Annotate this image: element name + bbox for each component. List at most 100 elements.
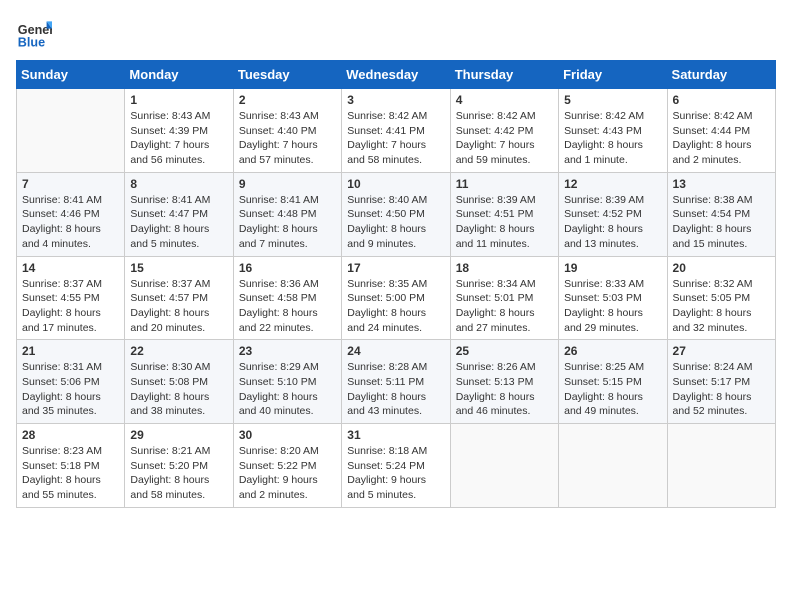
week-row-1: 1 Sunrise: 8:43 AMSunset: 4:39 PMDaylight… <box>17 89 776 173</box>
day-cell: 7Sunrise: 8:41 AMSunset: 4:46 PMDaylight… <box>17 172 125 256</box>
day-info: Sunrise: 8:42 AMSunset: 4:44 PMDaylight:… <box>673 109 770 168</box>
day-number: 18 <box>456 261 553 275</box>
day-number: 1 <box>130 93 227 107</box>
day-number: 9 <box>239 177 336 191</box>
day-number: 31 <box>347 428 444 442</box>
day-cell: 4 Sunrise: 8:42 AMSunset: 4:42 PMDaylight… <box>450 89 558 173</box>
day-number: 20 <box>673 261 770 275</box>
day-number: 6 <box>673 93 770 107</box>
day-number: 30 <box>239 428 336 442</box>
day-info: Sunrise: 8:33 AMSunset: 5:03 PMDaylight:… <box>564 277 661 336</box>
logo-icon: General Blue <box>16 16 52 52</box>
day-cell: 28 Sunrise: 8:23 AMSunset: 5:18 PMDayligh… <box>17 424 125 508</box>
day-number: 21 <box>22 344 119 358</box>
day-number: 22 <box>130 344 227 358</box>
week-row-2: 7Sunrise: 8:41 AMSunset: 4:46 PMDaylight… <box>17 172 776 256</box>
day-number: 28 <box>22 428 119 442</box>
day-info: Sunrise: 8:41 AMSunset: 4:47 PMDaylight:… <box>130 193 227 252</box>
day-cell: 22 Sunrise: 8:30 AMSunset: 5:08 PMDayligh… <box>125 340 233 424</box>
week-row-3: 14Sunrise: 8:37 AMSunset: 4:55 PMDayligh… <box>17 256 776 340</box>
day-info: Sunrise: 8:30 AMSunset: 5:08 PMDaylight:… <box>130 360 227 419</box>
day-cell: 29 Sunrise: 8:21 AMSunset: 5:20 PMDayligh… <box>125 424 233 508</box>
svg-text:Blue: Blue <box>18 36 45 50</box>
day-number: 13 <box>673 177 770 191</box>
page-header: General Blue <box>16 16 776 52</box>
day-info: Sunrise: 8:34 AMSunset: 5:01 PMDaylight:… <box>456 277 553 336</box>
day-number: 16 <box>239 261 336 275</box>
day-info: Sunrise: 8:32 AMSunset: 5:05 PMDaylight:… <box>673 277 770 336</box>
week-row-5: 28 Sunrise: 8:23 AMSunset: 5:18 PMDayligh… <box>17 424 776 508</box>
day-number: 15 <box>130 261 227 275</box>
day-cell: 25Sunrise: 8:26 AMSunset: 5:13 PMDayligh… <box>450 340 558 424</box>
day-cell: 6 Sunrise: 8:42 AMSunset: 4:44 PMDaylight… <box>667 89 775 173</box>
day-info: Sunrise: 8:35 AMSunset: 5:00 PMDaylight:… <box>347 277 444 336</box>
day-cell: 10 Sunrise: 8:40 AMSunset: 4:50 PMDayligh… <box>342 172 450 256</box>
day-number: 2 <box>239 93 336 107</box>
day-cell: 1 Sunrise: 8:43 AMSunset: 4:39 PMDaylight… <box>125 89 233 173</box>
day-number: 27 <box>673 344 770 358</box>
day-cell: 21 Sunrise: 8:31 AMSunset: 5:06 PMDayligh… <box>17 340 125 424</box>
day-info: Sunrise: 8:23 AMSunset: 5:18 PMDaylight:… <box>22 444 119 503</box>
day-info: Sunrise: 8:37 AMSunset: 4:57 PMDaylight:… <box>130 277 227 336</box>
day-number: 23 <box>239 344 336 358</box>
day-number: 4 <box>456 93 553 107</box>
day-number: 29 <box>130 428 227 442</box>
day-number: 8 <box>130 177 227 191</box>
day-cell: 26 Sunrise: 8:25 AMSunset: 5:15 PMDayligh… <box>559 340 667 424</box>
day-cell: 5Sunrise: 8:42 AMSunset: 4:43 PMDaylight… <box>559 89 667 173</box>
day-cell <box>667 424 775 508</box>
header-cell-tuesday: Tuesday <box>233 61 341 89</box>
day-info: Sunrise: 8:24 AMSunset: 5:17 PMDaylight:… <box>673 360 770 419</box>
day-cell: 3Sunrise: 8:42 AMSunset: 4:41 PMDaylight… <box>342 89 450 173</box>
day-info: Sunrise: 8:29 AMSunset: 5:10 PMDaylight:… <box>239 360 336 419</box>
day-cell: 31Sunrise: 8:18 AMSunset: 5:24 PMDayligh… <box>342 424 450 508</box>
day-info: Sunrise: 8:20 AMSunset: 5:22 PMDaylight:… <box>239 444 336 503</box>
day-cell <box>450 424 558 508</box>
header-cell-wednesday: Wednesday <box>342 61 450 89</box>
day-number: 5 <box>564 93 661 107</box>
day-number: 10 <box>347 177 444 191</box>
day-cell: 17 Sunrise: 8:35 AMSunset: 5:00 PMDayligh… <box>342 256 450 340</box>
day-cell: 12Sunrise: 8:39 AMSunset: 4:52 PMDayligh… <box>559 172 667 256</box>
day-info: Sunrise: 8:25 AMSunset: 5:15 PMDaylight:… <box>564 360 661 419</box>
day-cell: 16 Sunrise: 8:36 AMSunset: 4:58 PMDayligh… <box>233 256 341 340</box>
day-info: Sunrise: 8:40 AMSunset: 4:50 PMDaylight:… <box>347 193 444 252</box>
day-cell: 14Sunrise: 8:37 AMSunset: 4:55 PMDayligh… <box>17 256 125 340</box>
day-info: Sunrise: 8:43 AMSunset: 4:39 PMDaylight:… <box>130 109 227 168</box>
day-cell: 20 Sunrise: 8:32 AMSunset: 5:05 PMDayligh… <box>667 256 775 340</box>
day-info: Sunrise: 8:43 AMSunset: 4:40 PMDaylight:… <box>239 109 336 168</box>
day-info: Sunrise: 8:39 AMSunset: 4:51 PMDaylight:… <box>456 193 553 252</box>
header-row: SundayMondayTuesdayWednesdayThursdayFrid… <box>17 61 776 89</box>
day-info: Sunrise: 8:42 AMSunset: 4:41 PMDaylight:… <box>347 109 444 168</box>
day-cell: 13 Sunrise: 8:38 AMSunset: 4:54 PMDayligh… <box>667 172 775 256</box>
day-cell: 2 Sunrise: 8:43 AMSunset: 4:40 PMDaylight… <box>233 89 341 173</box>
day-cell: 11 Sunrise: 8:39 AMSunset: 4:51 PMDayligh… <box>450 172 558 256</box>
header-cell-saturday: Saturday <box>667 61 775 89</box>
header-cell-monday: Monday <box>125 61 233 89</box>
day-cell: 27 Sunrise: 8:24 AMSunset: 5:17 PMDayligh… <box>667 340 775 424</box>
day-number: 11 <box>456 177 553 191</box>
day-info: Sunrise: 8:21 AMSunset: 5:20 PMDaylight:… <box>130 444 227 503</box>
week-row-4: 21 Sunrise: 8:31 AMSunset: 5:06 PMDayligh… <box>17 340 776 424</box>
day-info: Sunrise: 8:26 AMSunset: 5:13 PMDaylight:… <box>456 360 553 419</box>
day-info: Sunrise: 8:41 AMSunset: 4:46 PMDaylight:… <box>22 193 119 252</box>
day-number: 19 <box>564 261 661 275</box>
day-number: 14 <box>22 261 119 275</box>
day-cell: 18 Sunrise: 8:34 AMSunset: 5:01 PMDayligh… <box>450 256 558 340</box>
day-cell: 23 Sunrise: 8:29 AMSunset: 5:10 PMDayligh… <box>233 340 341 424</box>
day-info: Sunrise: 8:36 AMSunset: 4:58 PMDaylight:… <box>239 277 336 336</box>
day-cell: 19 Sunrise: 8:33 AMSunset: 5:03 PMDayligh… <box>559 256 667 340</box>
day-info: Sunrise: 8:31 AMSunset: 5:06 PMDaylight:… <box>22 360 119 419</box>
day-info: Sunrise: 8:38 AMSunset: 4:54 PMDaylight:… <box>673 193 770 252</box>
header-cell-sunday: Sunday <box>17 61 125 89</box>
day-info: Sunrise: 8:42 AMSunset: 4:42 PMDaylight:… <box>456 109 553 168</box>
day-number: 17 <box>347 261 444 275</box>
day-info: Sunrise: 8:41 AMSunset: 4:48 PMDaylight:… <box>239 193 336 252</box>
day-cell: 8 Sunrise: 8:41 AMSunset: 4:47 PMDaylight… <box>125 172 233 256</box>
day-cell: 30 Sunrise: 8:20 AMSunset: 5:22 PMDayligh… <box>233 424 341 508</box>
header-cell-friday: Friday <box>559 61 667 89</box>
day-number: 26 <box>564 344 661 358</box>
day-info: Sunrise: 8:28 AMSunset: 5:11 PMDaylight:… <box>347 360 444 419</box>
header-cell-thursday: Thursday <box>450 61 558 89</box>
day-cell: 9 Sunrise: 8:41 AMSunset: 4:48 PMDaylight… <box>233 172 341 256</box>
